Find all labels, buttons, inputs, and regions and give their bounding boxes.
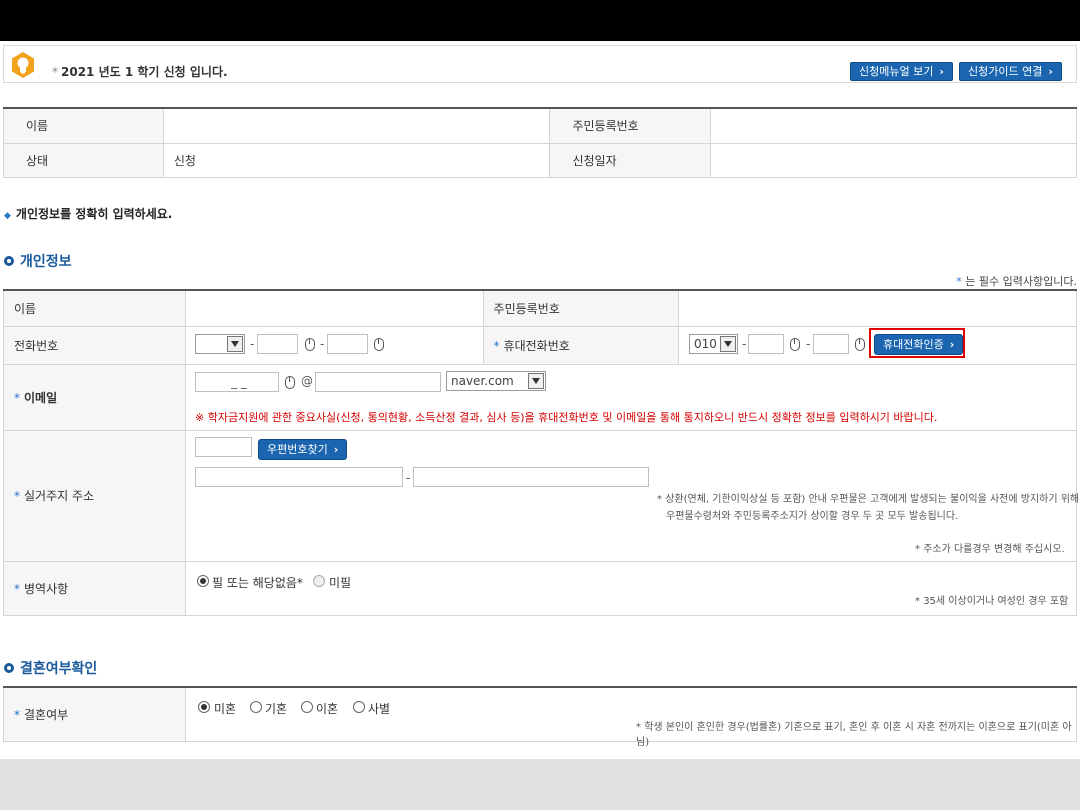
- diamond-icon: ◆: [4, 211, 11, 221]
- chevron-down-icon: [720, 336, 736, 352]
- address-change-note: * 주소가 다를경우 변경해 주십시오.: [915, 544, 1065, 555]
- mouse-icon: [285, 376, 295, 389]
- zipcode-input[interactable]: [195, 437, 252, 457]
- phone-last-input[interactable]: [327, 334, 368, 354]
- email-domain-select[interactable]: naver.com: [446, 371, 546, 391]
- name-value: [184, 290, 484, 327]
- mobile-last-input[interactable]: [813, 334, 849, 354]
- footer-area: [0, 759, 1080, 810]
- summary-rrn-label: 주민등록번호: [549, 108, 711, 144]
- notice-text: * 2021 년도 1 학기 신청 입니다.: [52, 65, 228, 79]
- military-done-radio[interactable]: [197, 575, 209, 587]
- lightbulb-icon: [12, 52, 34, 78]
- circle-bullet-icon: [4, 256, 14, 266]
- required-note: * 는 필수 입력사항입니다.: [956, 275, 1077, 288]
- application-summary-table: 이름 주민등록번호 상태 신청 신청일자: [3, 107, 1077, 178]
- chevron-down-icon: [227, 336, 243, 352]
- top-bar: [0, 0, 1080, 41]
- address-main-input[interactable]: [195, 467, 403, 487]
- marriage-widowed-label: 사별: [368, 702, 391, 716]
- military-not-done-radio[interactable]: [313, 575, 325, 587]
- instruction-text: ◆ 개인정보를 정확히 입력하세요.: [4, 207, 173, 221]
- email-label-cell: * 이메일: [3, 364, 186, 431]
- rrn-label: 주민등록번호: [482, 290, 679, 327]
- summary-name-value: [162, 108, 550, 144]
- military-not-done-label: 미필: [329, 576, 352, 590]
- manual-view-button[interactable]: 신청메뉴얼 보기 ›: [850, 62, 953, 81]
- military-note: * 35세 이상이거나 여성인 경우 포함: [915, 596, 1069, 607]
- address-note: * 상환(연체, 기한이익상실 등 포함) 안내 우편물은 고객에게 발생되는 …: [657, 494, 1080, 505]
- email-local-input[interactable]: _ _: [195, 372, 279, 392]
- address-note-2: 우편물수령처와 주민등록주소지가 상이할 경우 두 곳 모두 발송됩니다.: [666, 511, 959, 522]
- email-warning: ※ 학자금지원에 관한 중요사실(신청, 통의현황, 소득산정 결과, 심사 등…: [195, 411, 938, 424]
- summary-status-value: 신청: [162, 143, 550, 178]
- phone-label: 전화번호: [3, 326, 186, 365]
- military-label-cell: * 병역사항: [3, 561, 186, 616]
- chevron-right-icon: ›: [949, 338, 955, 351]
- chevron-right-icon: ›: [939, 65, 944, 78]
- notice-bar: * 2021 년도 1 학기 신청 입니다. 신청메뉴얼 보기 › 신청가이드 연결…: [3, 45, 1077, 83]
- marriage-single-label: 미혼: [214, 702, 237, 716]
- mobile-middle-input[interactable]: [748, 334, 784, 354]
- mouse-icon: [855, 338, 865, 351]
- marriage-divorced-label: 이혼: [316, 702, 339, 716]
- mobile-verify-button[interactable]: 휴대전화인증 ›: [874, 334, 964, 355]
- address-label-cell: * 실거주지 주소: [3, 430, 186, 562]
- mouse-icon: [374, 338, 384, 351]
- chevron-right-icon: ›: [1048, 65, 1053, 78]
- marriage-title: 결혼여부확인: [4, 658, 97, 678]
- chevron-down-icon: [528, 373, 544, 389]
- military-done-label: 필 또는 해당없음*: [212, 576, 303, 590]
- mouse-icon: [305, 338, 315, 351]
- marriage-married-label: 기혼: [265, 702, 288, 716]
- name-label: 이름: [3, 290, 186, 327]
- summary-status-label: 상태: [3, 143, 164, 178]
- summary-name-label: 이름: [3, 108, 164, 144]
- marriage-divorced-radio[interactable]: [301, 701, 313, 713]
- marriage-label-cell: * 결혼여부: [3, 687, 186, 742]
- summary-date-value: [710, 143, 1077, 178]
- rrn-value: [678, 290, 1077, 327]
- personal-info-title: 개인정보: [4, 251, 72, 271]
- phone-middle-input[interactable]: [257, 334, 298, 354]
- marriage-single-radio[interactable]: [198, 701, 210, 713]
- mobile-prefix-select[interactable]: 010: [689, 334, 738, 354]
- chevron-right-icon: ›: [333, 443, 339, 456]
- summary-date-label: 신청일자: [549, 143, 711, 178]
- guide-link-button[interactable]: 신청가이드 연결 ›: [959, 62, 1062, 81]
- phone-area-select[interactable]: [195, 334, 245, 354]
- mouse-icon: [790, 338, 800, 351]
- address-detail-input[interactable]: [413, 467, 649, 487]
- zipcode-search-button[interactable]: 우편번호찾기 ›: [258, 439, 348, 460]
- summary-rrn-value: [710, 108, 1077, 144]
- circle-bullet-icon: [4, 663, 14, 673]
- mobile-label-cell: * 휴대전화번호: [482, 326, 679, 365]
- marriage-widowed-radio[interactable]: [353, 701, 365, 713]
- marriage-note: * 학생 본인이 혼인한 경우(법률혼) 기혼으로 표기, 혼인 후 이혼 시 …: [636, 722, 1072, 748]
- marriage-married-radio[interactable]: [250, 701, 262, 713]
- email-domain-input[interactable]: [315, 372, 441, 392]
